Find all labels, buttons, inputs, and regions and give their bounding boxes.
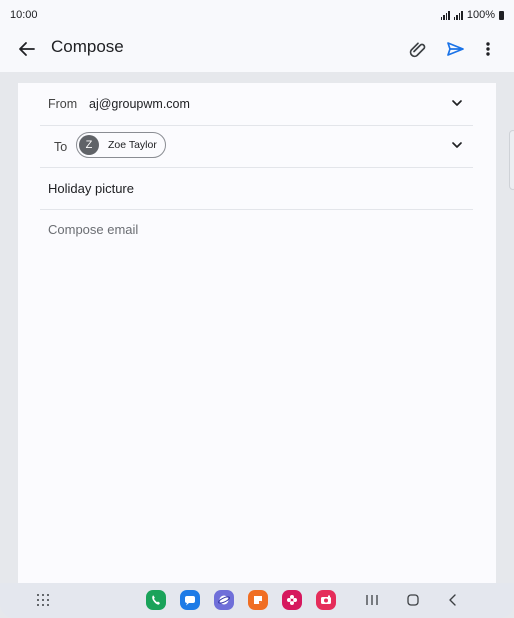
notes-icon[interactable] — [248, 590, 268, 610]
from-row[interactable]: From aj@groupwm.com — [40, 83, 473, 126]
gallery-icon[interactable] — [282, 590, 302, 610]
recipient-name: Zoe Taylor — [108, 139, 157, 151]
more-vert-icon — [486, 42, 490, 56]
camera-icon[interactable] — [316, 590, 336, 610]
from-expand-button[interactable] — [449, 95, 465, 111]
app-bar: Compose — [0, 30, 514, 72]
chevron-left-icon — [449, 594, 456, 606]
messages-icon[interactable] — [180, 590, 200, 610]
nav-back-button[interactable] — [446, 593, 460, 607]
internet-icon[interactable] — [214, 590, 234, 610]
battery-icon — [499, 10, 504, 20]
recent-apps-button[interactable] — [364, 593, 380, 607]
edge-panel-handle[interactable] — [509, 130, 514, 190]
apps-grid-icon[interactable] — [36, 593, 50, 607]
status-bar: 10:00 100% — [0, 0, 514, 30]
body-field[interactable]: Compose email — [48, 222, 138, 237]
more-options-button[interactable] — [477, 36, 499, 62]
taskbar — [0, 583, 514, 618]
arrow-left-icon — [19, 42, 35, 56]
home-icon — [407, 594, 419, 606]
signal-icon-2 — [453, 10, 463, 20]
chevron-down-icon — [452, 142, 462, 148]
to-row[interactable]: To Z Zoe Taylor — [40, 125, 473, 168]
compose-form: From aj@groupwm.com To Z Zoe Taylor Holi… — [18, 83, 496, 583]
home-button[interactable] — [406, 593, 420, 607]
paperclip-icon — [409, 42, 426, 58]
recents-icon — [366, 595, 378, 605]
signal-icon — [440, 10, 450, 20]
status-indicators: 100% — [440, 9, 504, 21]
to-label: To — [54, 140, 68, 154]
subject-field[interactable]: Holiday picture — [40, 167, 473, 210]
page-title: Compose — [51, 37, 124, 56]
chevron-down-icon — [452, 100, 462, 106]
subject-value[interactable]: Holiday picture — [48, 181, 134, 196]
to-expand-button[interactable] — [449, 137, 465, 153]
send-button[interactable] — [442, 36, 468, 62]
send-icon — [447, 42, 464, 56]
recipient-chip[interactable]: Z Zoe Taylor — [76, 132, 166, 158]
from-value[interactable]: aj@groupwm.com — [89, 97, 190, 111]
battery-percent: 100% — [466, 9, 495, 21]
phone-icon[interactable] — [146, 590, 166, 610]
attach-button[interactable] — [406, 36, 432, 62]
avatar: Z — [79, 135, 99, 155]
from-label: From — [48, 97, 78, 111]
back-button[interactable] — [14, 36, 40, 62]
status-time: 10:00 — [10, 9, 38, 21]
